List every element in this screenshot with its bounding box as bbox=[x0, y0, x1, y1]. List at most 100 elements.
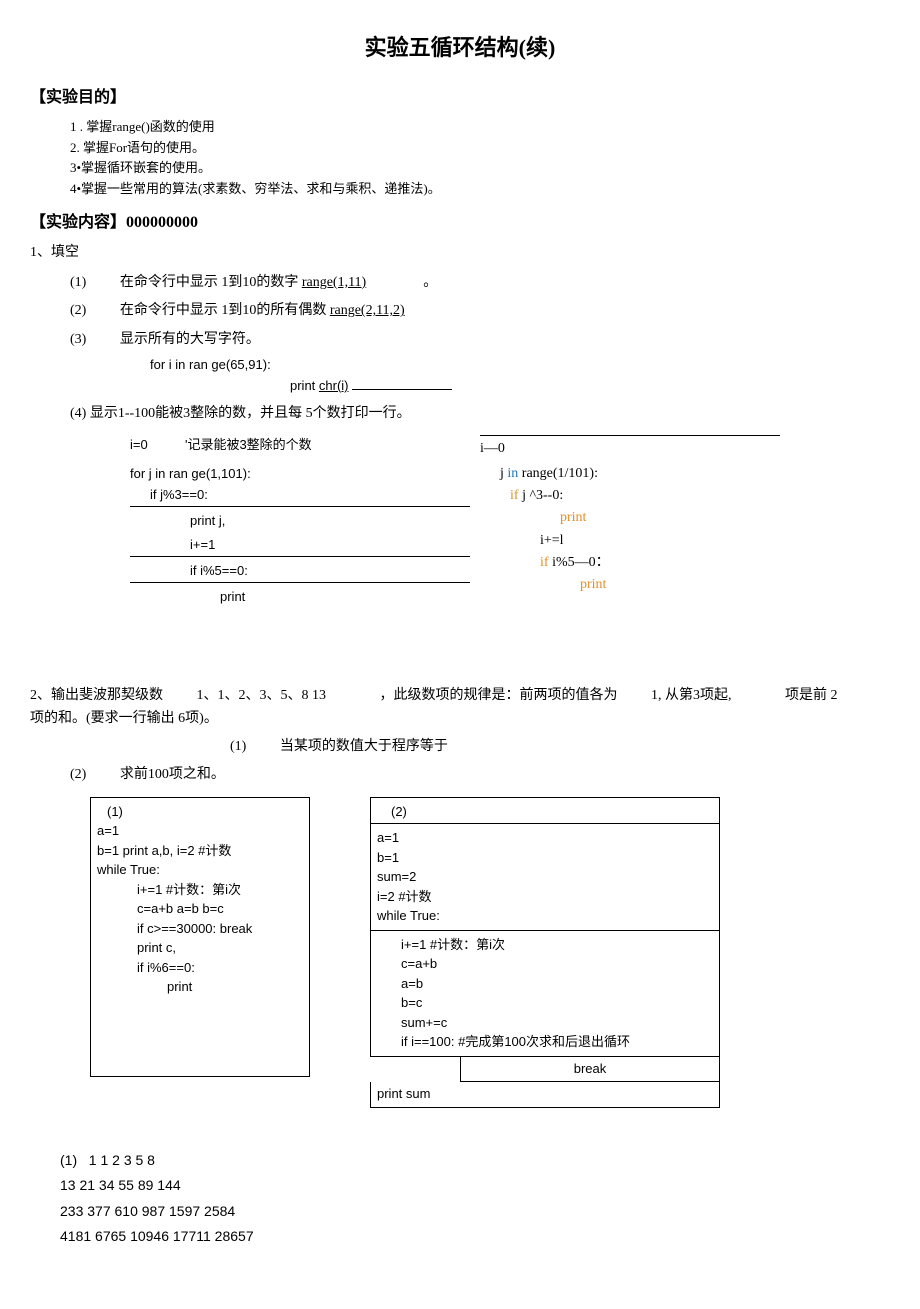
box-head: (2) bbox=[371, 798, 719, 825]
text: 1、1、2、3、5、8 13 bbox=[197, 688, 327, 703]
suffix: 。 bbox=[423, 275, 437, 290]
text: in bbox=[507, 466, 521, 481]
text: 显示所有的大写字符。 bbox=[120, 332, 260, 347]
code-line: sum=2 bbox=[377, 867, 713, 887]
label: (4) bbox=[70, 406, 86, 421]
box2-top: (2) a=1 b=1 sum=2 i=2 #计数 while True: bbox=[370, 797, 720, 931]
page-title: 实验五循环结构(续) bbox=[30, 30, 890, 65]
text: range bbox=[522, 466, 553, 481]
q4-container: i=0 '记录能被3整除的个数 for j in ran ge(1,101): … bbox=[70, 435, 890, 655]
label: (1) bbox=[60, 1152, 77, 1168]
code-line: print c, bbox=[97, 938, 303, 958]
text: (1/101): bbox=[553, 466, 598, 481]
q4-left-code: i=0 '记录能被3整除的个数 for j in ran ge(1,101): … bbox=[130, 435, 470, 612]
text: if bbox=[510, 488, 519, 503]
text: 在命令行中显示 1到10的所有偶数 bbox=[120, 303, 330, 318]
code-line: print j, bbox=[130, 511, 470, 532]
code-line: j in range(1/101): bbox=[480, 463, 780, 485]
code-line: if i%6==0: bbox=[97, 958, 303, 978]
text: 求前100项之和。 bbox=[120, 767, 225, 782]
code-line: sum+=c bbox=[401, 1013, 713, 1033]
box2-break: break bbox=[460, 1057, 720, 1083]
code-line: a=1 bbox=[97, 821, 303, 841]
code-line: b=1 print a,b, i=2 #计数 bbox=[97, 841, 303, 861]
blank-line: if j%3==0: bbox=[130, 485, 470, 507]
code-line: c=a+b bbox=[401, 954, 713, 974]
code-line: i=2 #计数 bbox=[377, 887, 713, 907]
goal-item: 2. 掌握For语句的使用。 bbox=[70, 138, 890, 159]
content-heading: 【实验内容】000000000 bbox=[30, 210, 890, 236]
code-line: print bbox=[480, 507, 780, 529]
code-line: print bbox=[130, 587, 470, 608]
label: (1) bbox=[70, 275, 86, 290]
text: 2、输出斐波那契级数 bbox=[30, 688, 163, 703]
box2-mid: i+=1 #计数：第i次 c=a+b a=b b=c sum+=c if i==… bbox=[370, 931, 720, 1057]
output-block: (1) 1 1 2 3 5 8 13 21 34 55 89 144 233 3… bbox=[60, 1148, 890, 1249]
code-line: a=1 bbox=[377, 828, 713, 848]
code-comment: '记录能被3整除的个数 bbox=[185, 437, 312, 452]
goal-item: 4•掌握一些常用的算法(求素数、穷举法、求和与乘积、递推法)。 bbox=[70, 179, 890, 200]
code-line: i+=1 #计数：第i次 bbox=[97, 880, 303, 900]
q1-3-code2: print chr(i) bbox=[150, 376, 890, 397]
code-line: a=b bbox=[401, 974, 713, 994]
text: 1, 从第3项起, bbox=[651, 688, 732, 703]
q1-2: (2) 在命令行中显示 1到10的所有偶数 range(2,11,2) bbox=[70, 300, 890, 322]
q2-line2: 项的和。(要求一行输出 6项)。 bbox=[30, 708, 890, 730]
code-line: print bbox=[97, 977, 303, 997]
text: ，此级数项的规律是：前两项的值各为 bbox=[380, 688, 618, 703]
answer: range(2,11,2) bbox=[330, 303, 405, 318]
output-line: 4181 6765 10946 17711 28657 bbox=[60, 1224, 890, 1249]
text: 1 1 2 3 5 8 bbox=[89, 1152, 155, 1168]
text: 当某项的数值大于程序等于 bbox=[280, 739, 448, 754]
text-base: 当某项的数值大于程序等于 bbox=[280, 739, 448, 754]
code-line: while True: bbox=[97, 860, 303, 880]
code-line: while True: bbox=[377, 906, 713, 926]
code-boxes: (1) a=1 b=1 print a,b, i=2 #计数 while Tru… bbox=[90, 797, 890, 1109]
blank-line: if i%5==0: bbox=[130, 561, 470, 583]
text: 显示1--100能被3整除的数，并且每 5个数打印一行。 bbox=[90, 406, 411, 421]
label: (2) bbox=[70, 767, 86, 782]
q1-1: (1) 在命令行中显示 1到10的数字 range(1,11) 。 bbox=[70, 272, 890, 294]
q2-sub2: (2) 求前100项之和。 bbox=[70, 764, 890, 786]
box-head: (1) bbox=[97, 802, 303, 822]
box2-bottom: print sum bbox=[370, 1082, 720, 1108]
q1-3-code1: for i in ran ge(65,91): bbox=[150, 355, 890, 376]
print-prefix: print bbox=[290, 378, 319, 393]
label: (2) bbox=[70, 303, 86, 318]
code-line: i=0 bbox=[130, 437, 148, 452]
q1-3: (3) 显示所有的大写字符。 bbox=[70, 329, 890, 351]
code-line: i+=l bbox=[480, 530, 780, 552]
text: 在命令行中显示 1到10的数字 bbox=[120, 275, 299, 290]
code-line: if i==100: #完成第100次求和后退出循环 bbox=[401, 1032, 713, 1052]
q1-heading: 1、填空 bbox=[30, 242, 890, 264]
goal-item: 3•掌握循环嵌套的使用。 bbox=[70, 158, 890, 179]
answer: chr(i) bbox=[319, 378, 349, 393]
q1-4: (4) 显示1--100能被3整除的数，并且每 5个数打印一行。 bbox=[70, 403, 890, 425]
text: if bbox=[540, 555, 552, 570]
code-line: if c>==30000: break bbox=[97, 919, 303, 939]
blank bbox=[352, 389, 452, 390]
text: i%5—0： bbox=[552, 555, 610, 570]
goal-item: 1 . 掌握range()函数的使用 bbox=[70, 117, 890, 138]
label: (3) bbox=[70, 332, 86, 347]
code-line: c=a+b a=b b=c bbox=[97, 899, 303, 919]
output-line: (1) 1 1 2 3 5 8 bbox=[60, 1148, 890, 1173]
text: i—0 bbox=[480, 441, 505, 456]
code-line: i—0 bbox=[480, 435, 780, 460]
text: 项是前 2 bbox=[785, 688, 838, 703]
text: j ^3--0: bbox=[519, 488, 564, 503]
code-box-2: (2) a=1 b=1 sum=2 i=2 #计数 while True: i+… bbox=[370, 797, 720, 1109]
code-line: b=1 bbox=[377, 848, 713, 868]
code-line: i+=1 #计数：第i次 bbox=[401, 935, 713, 955]
code-line: if j ^3--0: bbox=[480, 485, 780, 507]
code-line: if i%5—0： bbox=[480, 552, 780, 574]
blank-line: i+=1 bbox=[130, 535, 470, 557]
output-line: 233 377 610 987 1597 2584 bbox=[60, 1199, 890, 1224]
q2-text: 2、输出斐波那契级数 1、1、2、3、5、8 13 ，此级数项的规律是：前两项的… bbox=[30, 685, 890, 707]
goals-heading: 【实验目的】 bbox=[30, 85, 890, 111]
q4-right-code: i—0 j in range(1/101): if j ^3--0: print… bbox=[480, 435, 780, 597]
code-line: b=c bbox=[401, 993, 713, 1013]
q2-sub1: (1) 当某项的数值大于程序等于 bbox=[230, 736, 890, 758]
output-line: 13 21 34 55 89 144 bbox=[60, 1173, 890, 1198]
label: (1) bbox=[230, 739, 246, 754]
